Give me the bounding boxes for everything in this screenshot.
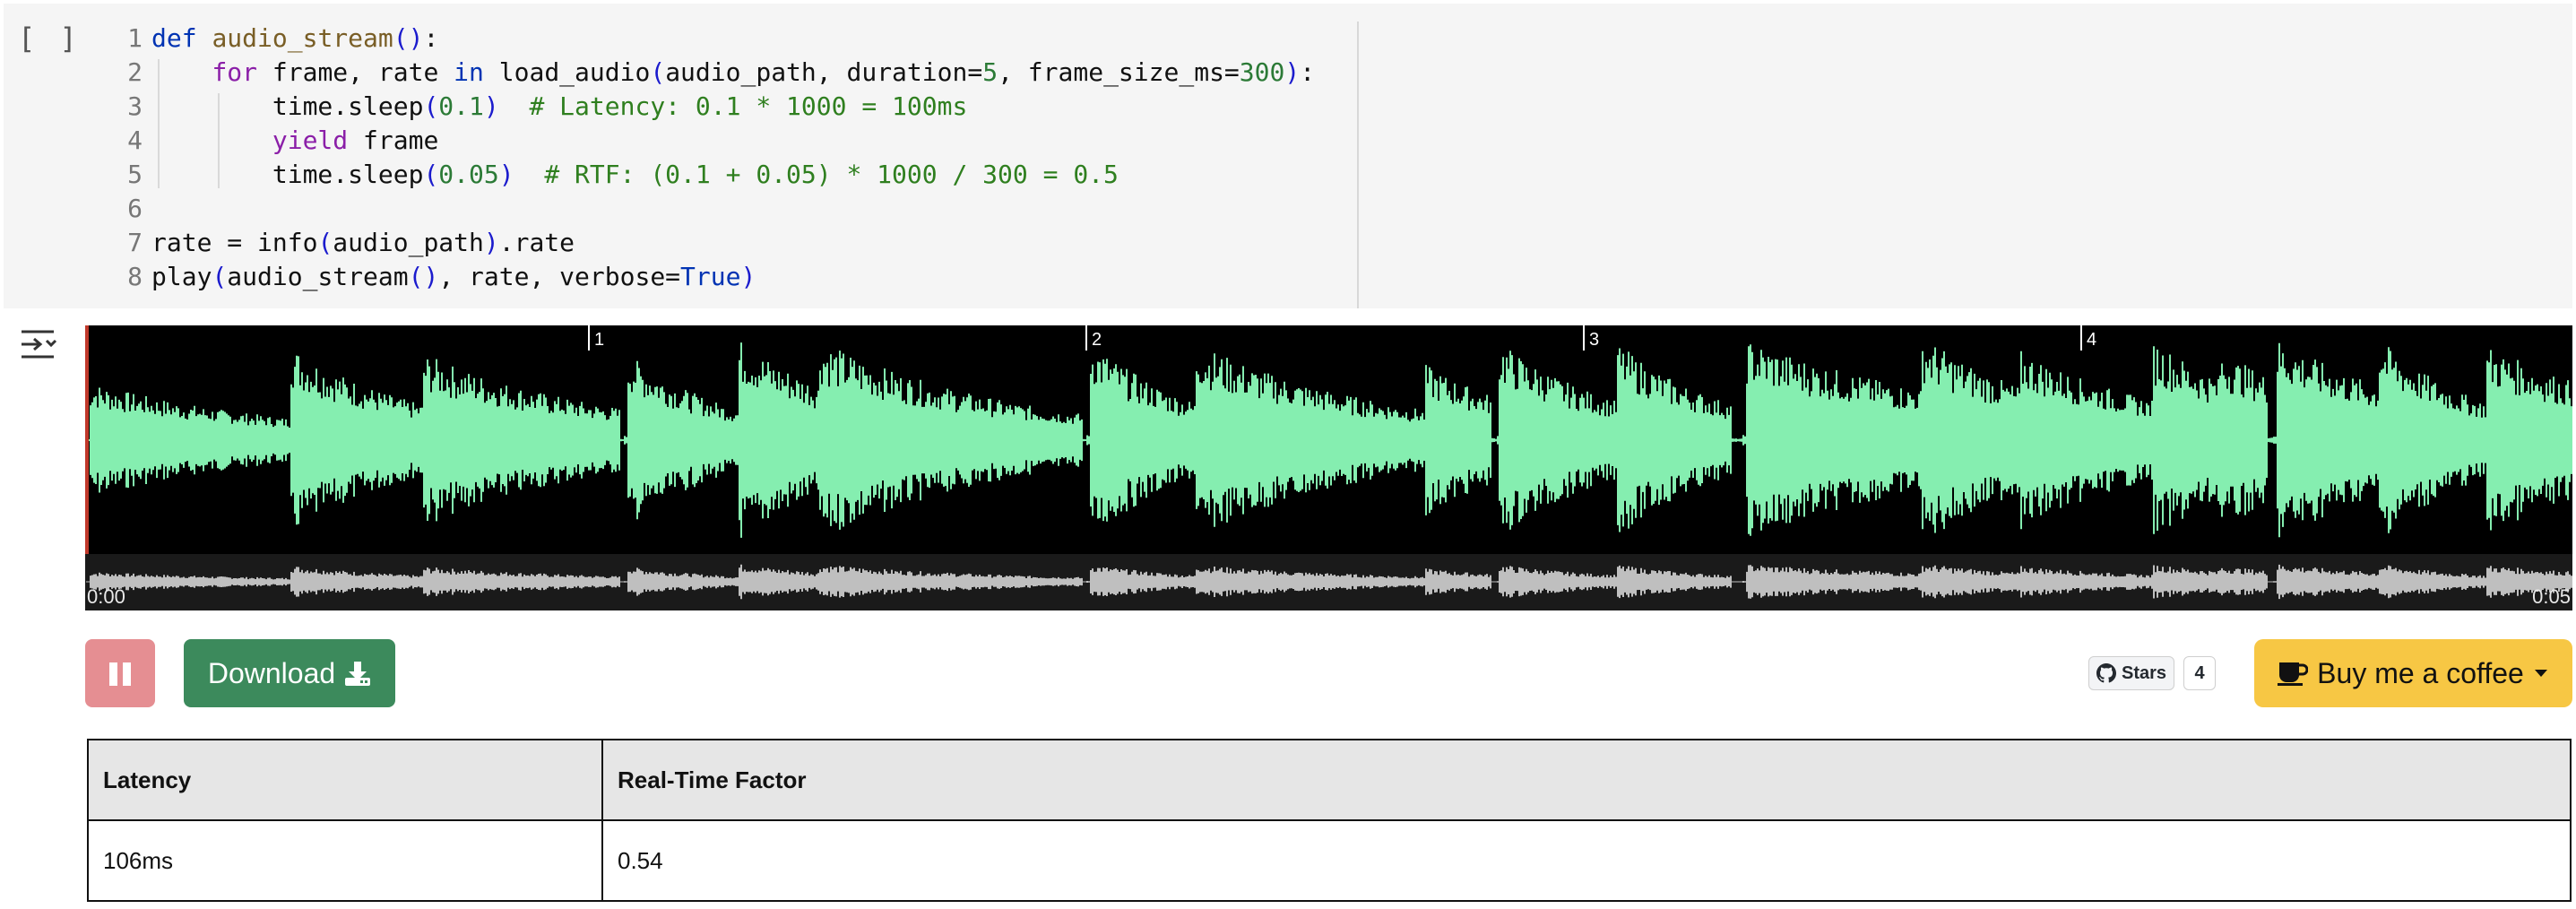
time-tick-label: 1 — [594, 330, 604, 350]
code-token: time.sleep — [151, 160, 424, 189]
code-token: def — [151, 23, 197, 53]
code-token: time.sleep — [151, 91, 424, 121]
cell-latency-value: 106ms — [87, 819, 603, 902]
code-token: for — [212, 57, 258, 87]
code-token: ) — [1284, 57, 1301, 87]
code-token: 300 — [1239, 57, 1285, 87]
header-real-time-factor: Real-Time Factor — [601, 739, 2572, 821]
indent-guide — [158, 59, 160, 188]
code-token: 5 — [982, 57, 998, 87]
code-line[interactable]: 5 time.sleep(0.05) # RTF: (0.1 + 0.05) *… — [93, 158, 1119, 192]
table-header-row: Latency Real-Time Factor — [87, 739, 2572, 821]
code-line[interactable]: 8 play(audio_stream(), rate, verbose=True… — [93, 260, 756, 294]
code-line[interactable]: 3 time.sleep(0.1) # Latency: 0.1 * 1000 … — [93, 90, 967, 124]
code-token: # Latency: 0.1 * 1000 = 100ms — [529, 91, 968, 121]
code-token: load_audio — [483, 57, 651, 87]
code-line[interactable]: 2 for frame, rate in load_audio(audio_pa… — [93, 56, 1315, 90]
coffee-icon — [2278, 662, 2309, 686]
time-tick-label: 4 — [2087, 330, 2096, 350]
code-token: () — [408, 262, 439, 291]
code-token: ( — [317, 228, 333, 257]
playhead-cursor[interactable] — [85, 325, 89, 554]
buy-me-a-coffee-button[interactable]: Buy me a coffee — [2254, 639, 2572, 707]
download-label: Download — [207, 656, 336, 689]
metrics-table: Latency Real-Time Factor 106ms 0.54 — [87, 739, 2572, 902]
code-token: frame, rate — [257, 57, 454, 87]
code-line[interactable]: 1 def audio_stream(): — [93, 22, 438, 56]
line-number: 5 — [127, 160, 143, 189]
code-token: in — [454, 57, 484, 87]
audio-player[interactable]: 1 2 3 4 0:00 0:05 — [85, 325, 2572, 610]
pause-icon — [109, 662, 131, 686]
header-latency: Latency — [87, 739, 603, 821]
code-cell[interactable]: [ ] 1 def audio_stream(): 2 for frame, rat… — [4, 4, 2572, 308]
code-token: ) — [483, 91, 499, 121]
code-token: audio_stream — [212, 23, 393, 53]
code-token: : — [423, 23, 439, 53]
github-icon — [2096, 663, 2116, 683]
code-token: : — [1300, 57, 1316, 87]
code-token: ) — [483, 228, 499, 257]
time-start-label: 0:00 — [87, 585, 125, 608]
line-number: 3 — [127, 91, 143, 121]
code-token: frame — [348, 126, 439, 155]
time-end-label: 0:05 — [2532, 585, 2571, 608]
line-number: 7 — [127, 228, 143, 257]
download-button[interactable]: Download — [184, 639, 395, 707]
code-token: audio_path — [333, 228, 484, 257]
code-token: , rate, verbose= — [438, 262, 681, 291]
table-row: 106ms 0.54 — [87, 819, 2572, 902]
code-token: ( — [650, 57, 666, 87]
code-token: ( — [423, 160, 439, 189]
line-number: 4 — [127, 126, 143, 155]
pause-button[interactable] — [85, 639, 155, 707]
code-token: audio_path, duration= — [665, 57, 983, 87]
line-number: 8 — [127, 262, 143, 291]
code-token: True — [680, 262, 741, 291]
code-token: ( — [423, 91, 439, 121]
code-line[interactable]: 7 rate = info(audio_path).rate — [93, 226, 575, 260]
output-toggle-icon[interactable] — [18, 326, 61, 362]
waveform-display[interactable]: 1 2 3 4 0:00 0:05 — [85, 325, 2572, 610]
code-token: () — [393, 23, 424, 53]
code-token: play — [151, 262, 212, 291]
chevron-down-icon — [2534, 670, 2547, 677]
code-token: 0.05 — [438, 160, 499, 189]
github-stars-label: Stars — [2122, 662, 2167, 683]
coffee-label: Buy me a coffee — [2317, 656, 2524, 689]
code-line[interactable]: 6 — [93, 192, 151, 226]
code-token: ) — [740, 262, 756, 291]
code-token: # RTF: (0.1 + 0.05) * 1000 / 300 = 0.5 — [544, 160, 1119, 189]
code-token: yield — [272, 126, 349, 155]
line-number: 1 — [127, 23, 143, 53]
code-token: , frame_size_ms= — [998, 57, 1240, 87]
github-stars-count[interactable]: 4 — [2183, 656, 2217, 690]
code-token: ( — [212, 262, 228, 291]
github-stars-button[interactable]: Stars — [2088, 656, 2175, 690]
indent-guide — [218, 93, 220, 188]
code-token: audio_stream — [227, 262, 409, 291]
github-stars-widget[interactable]: Stars 4 — [2088, 655, 2217, 691]
code-editor[interactable]: 1 def audio_stream(): 2 for frame, rate in… — [93, 22, 1359, 308]
line-number: 6 — [127, 194, 143, 223]
code-token: rate = info — [151, 228, 318, 257]
line-number: 2 — [127, 57, 143, 87]
code-token: ) — [498, 160, 514, 189]
download-icon — [345, 662, 371, 686]
time-tick-label: 3 — [1589, 330, 1599, 350]
code-token: 0.1 — [438, 91, 484, 121]
code-line[interactable]: 4 yield frame — [93, 124, 438, 158]
code-token: .rate — [498, 228, 575, 257]
cell-rtf-value: 0.54 — [601, 819, 2572, 902]
run-indicator[interactable]: [ ] — [18, 22, 81, 56]
time-tick-label: 2 — [1092, 330, 1102, 350]
